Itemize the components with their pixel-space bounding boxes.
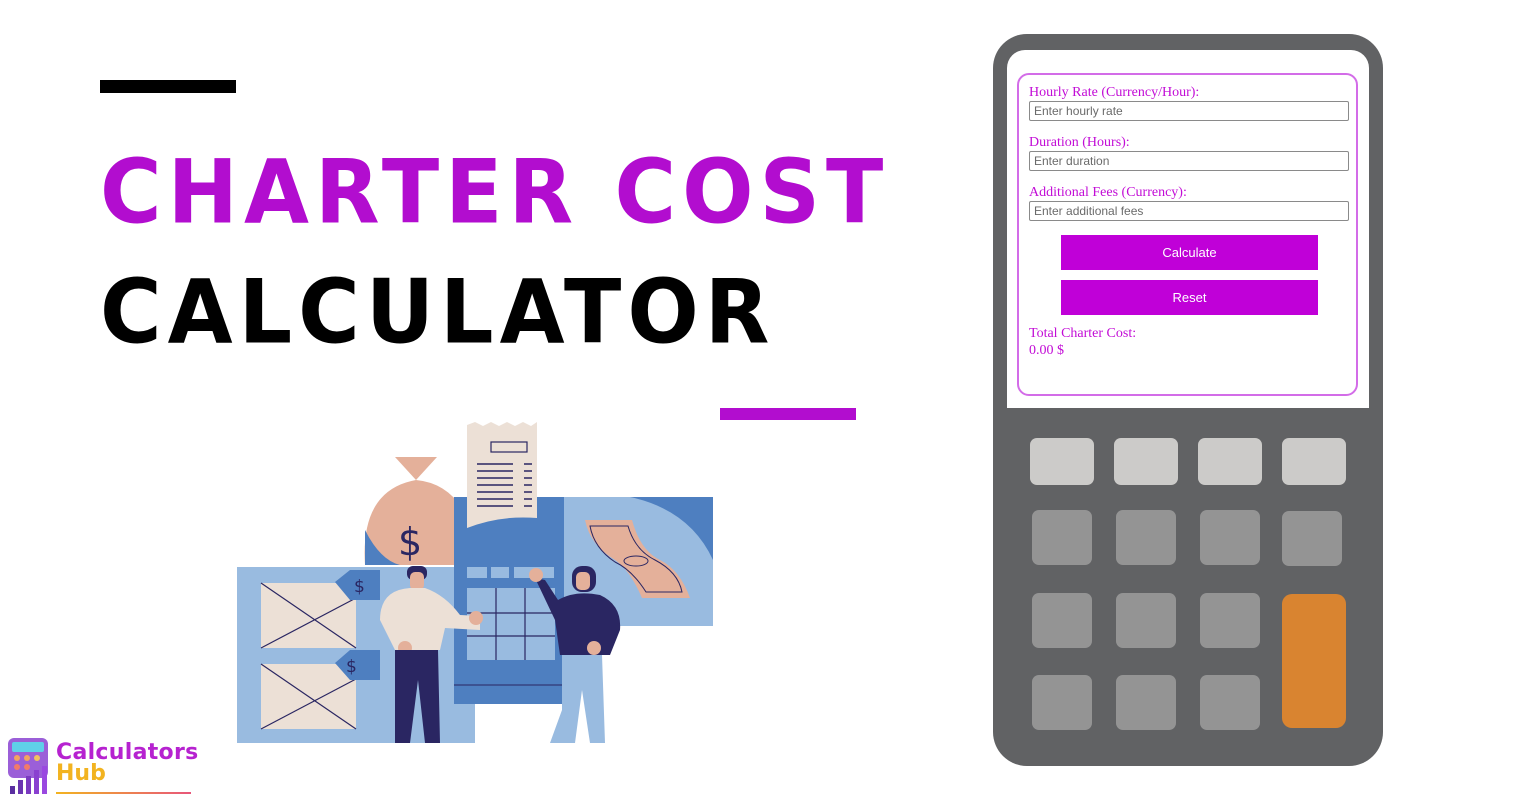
page-title-line1: CHARTER COST — [100, 140, 890, 244]
calculator-key — [1200, 675, 1260, 730]
receipt-icon — [467, 422, 537, 528]
calculator-key — [1032, 593, 1092, 648]
calculator-key — [1200, 510, 1260, 565]
calculator-key — [1200, 593, 1260, 648]
calculator-frame: Hourly Rate (Currency/Hour): Duration (H… — [993, 34, 1383, 766]
decorative-bar-accent — [720, 408, 856, 420]
calculator-key — [1114, 438, 1178, 485]
calculators-hub-logo[interactable]: Calculators Hub — [6, 736, 198, 796]
calculator-key — [1116, 675, 1176, 730]
svg-text:$: $ — [346, 657, 357, 677]
calculator-key — [1030, 438, 1094, 485]
svg-text:$: $ — [354, 577, 365, 597]
product-box-icon — [260, 582, 357, 649]
calculator-keypad — [993, 34, 1383, 766]
svg-text:$: $ — [398, 520, 422, 564]
finance-illustration: $ $ $ — [237, 422, 713, 743]
page-title-line2: CALCULATOR — [100, 260, 776, 364]
product-box-icon — [260, 663, 357, 730]
decorative-bar-top — [100, 80, 236, 93]
calculator-key — [1282, 438, 1346, 485]
calculator-key — [1282, 511, 1342, 566]
calculator-key — [1032, 510, 1092, 565]
logo-text-hub: Hub — [56, 761, 106, 786]
logo-underline — [56, 792, 191, 794]
calculator-key — [1198, 438, 1262, 485]
calculator-key — [1032, 675, 1092, 730]
calculator-key — [1116, 510, 1176, 565]
calculator-logo-icon — [8, 738, 48, 794]
calculator-key-equals — [1282, 594, 1346, 728]
calculator-key — [1116, 593, 1176, 648]
